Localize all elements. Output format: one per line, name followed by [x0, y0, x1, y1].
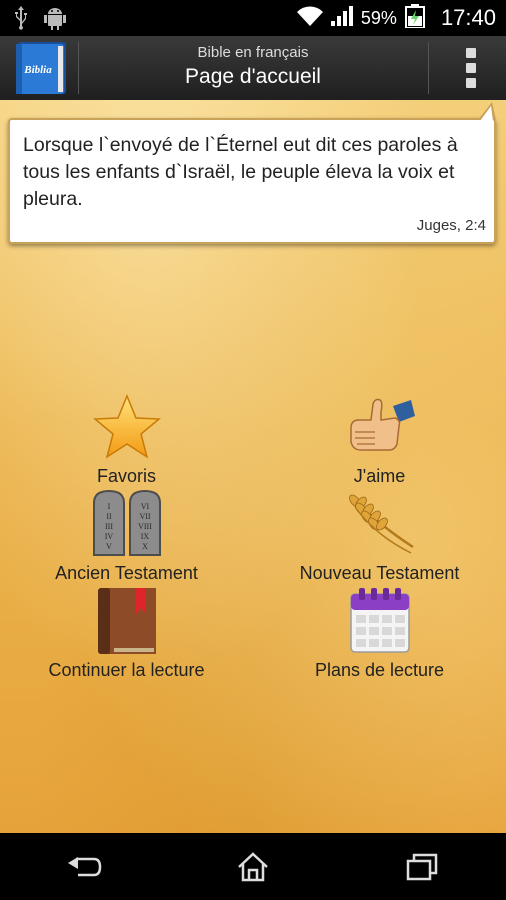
- title-block: Bible en français Page d'accueil: [80, 36, 426, 100]
- back-icon[interactable]: [44, 842, 124, 892]
- new-testament-label: Nouveau Testament: [299, 563, 460, 583]
- tablet-numeral: IX: [140, 532, 149, 541]
- calendar-icon: [345, 586, 415, 656]
- tablet-numeral: VIII: [138, 522, 152, 531]
- tablet-numeral: V: [106, 542, 112, 551]
- page-title: Page d'accueil: [185, 65, 321, 88]
- like-button[interactable]: J'aime: [253, 392, 506, 488]
- old-testament-button[interactable]: I II III IV V VI VII VIII IX X Ancien Te…: [0, 489, 253, 585]
- signal-icon: [330, 5, 353, 31]
- tablet-numeral: I: [107, 502, 110, 511]
- stone-tablets-icon: I II III IV V VI VII VIII IX X: [92, 489, 162, 559]
- divider: [78, 42, 79, 94]
- navigation-bar: [0, 833, 506, 900]
- clock: 17:40: [440, 5, 496, 30]
- star-icon: [92, 392, 162, 462]
- app-icon-label: Biblia: [23, 64, 52, 76]
- status-bar: 59% 17:40: [0, 0, 506, 36]
- tablet-numeral: X: [142, 542, 148, 551]
- verse-reference: Juges, 2:4: [416, 217, 486, 234]
- continue-reading-button[interactable]: Continuer la lecture: [0, 586, 253, 682]
- like-label: J'aime: [353, 466, 406, 486]
- favorites-button[interactable]: Favoris: [0, 392, 253, 488]
- divider: [428, 42, 429, 94]
- continue-reading-label: Continuer la lecture: [48, 660, 205, 680]
- verse-card[interactable]: Lorsque l`envoyé de l`Éternel eut dit ce…: [8, 102, 496, 244]
- tablet-numeral: IV: [104, 532, 113, 541]
- new-testament-button[interactable]: Nouveau Testament: [253, 489, 506, 585]
- overflow-menu-icon[interactable]: [464, 48, 478, 88]
- favorites-label: Favoris: [96, 466, 156, 486]
- home-content: Lorsque l`envoyé de l`Éternel eut dit ce…: [0, 100, 506, 833]
- reading-plans-button[interactable]: Plans de lecture: [253, 586, 506, 682]
- tablet-numeral: VI: [140, 502, 149, 511]
- old-testament-label: Ancien Testament: [55, 563, 198, 583]
- android-icon: [44, 6, 66, 35]
- usb-icon: [14, 6, 28, 35]
- bookmark-book-icon: [92, 586, 162, 656]
- tablet-numeral: II: [106, 512, 112, 521]
- tablet-numeral: III: [105, 522, 113, 531]
- home-icon[interactable]: [213, 842, 293, 892]
- verse-text: Lorsque l`envoyé de l`Éternel eut dit ce…: [23, 134, 458, 210]
- app-icon[interactable]: Biblia: [12, 40, 70, 96]
- wifi-icon: [296, 5, 323, 31]
- thumbs-up-icon: [345, 392, 415, 462]
- battery-icon: [404, 3, 425, 33]
- tablet-numeral: VII: [139, 512, 150, 521]
- recent-apps-icon[interactable]: [382, 842, 462, 892]
- reading-plans-label: Plans de lecture: [314, 660, 445, 680]
- wheat-icon: [345, 489, 415, 559]
- action-bar: Biblia Bible en français Page d'accueil: [0, 36, 506, 101]
- app-subtitle: Bible en français: [197, 44, 309, 61]
- battery-percent: 59%: [360, 7, 397, 28]
